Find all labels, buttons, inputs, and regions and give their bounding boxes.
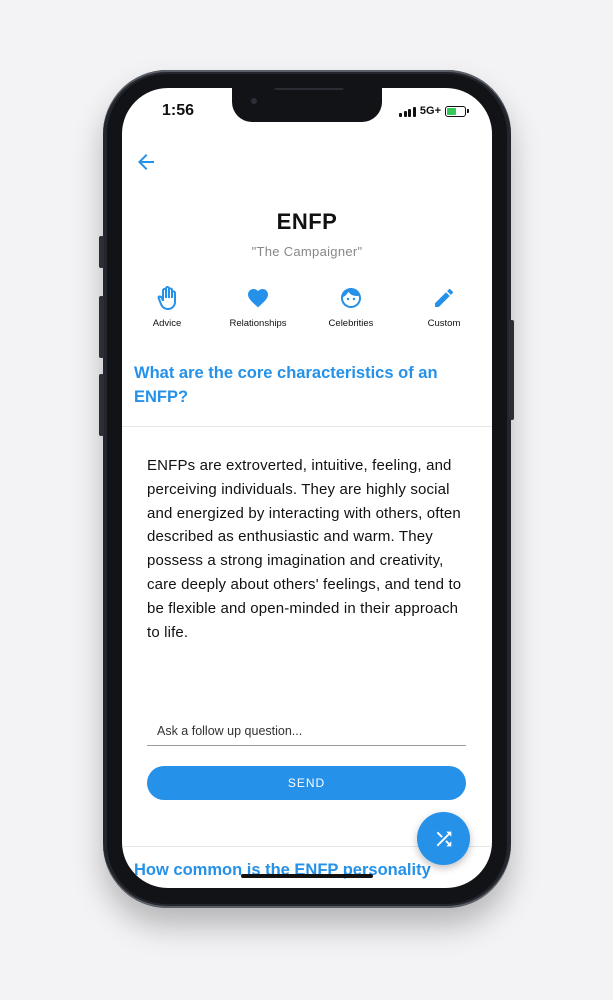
custom-button[interactable]: Custom — [404, 286, 484, 329]
celebrities-label: Celebrities — [328, 318, 374, 329]
shuffle-icon — [436, 831, 451, 846]
custom-label: Custom — [427, 318, 461, 329]
hand-icon — [157, 286, 176, 310]
back-button[interactable] — [134, 150, 158, 174]
question-divider — [122, 426, 492, 427]
pencil-icon — [435, 288, 454, 307]
phone-power-button — [509, 320, 514, 420]
signal-icon — [399, 106, 416, 117]
home-indicator[interactable] — [241, 874, 373, 878]
earpiece-speaker — [274, 88, 344, 90]
face-icon — [341, 288, 361, 308]
status-time: 1:56 — [162, 102, 195, 119]
advice-label: Advice — [152, 318, 182, 329]
phone-volume-down-button — [99, 374, 104, 436]
arrow-left-icon — [138, 154, 154, 170]
page-subtitle: "The Campaigner" — [251, 244, 363, 259]
notch — [232, 88, 382, 122]
answer-text: ENFPs are extroverted, intuitive, feelin… — [147, 457, 462, 641]
network-label: 5G+ — [419, 105, 441, 117]
front-camera — [251, 98, 257, 104]
action-bar: Advice Relationships Celebrities Custom — [122, 286, 492, 334]
page-title: ENFP — [276, 209, 338, 234]
celebrities-button[interactable]: Celebrities — [311, 286, 391, 329]
status-indicators: 5G+ — [399, 105, 469, 117]
relationships-label: Relationships — [229, 318, 287, 329]
phone-side-button — [99, 236, 104, 268]
battery-icon — [445, 105, 469, 117]
phone-volume-up-button — [99, 296, 104, 358]
advice-button[interactable]: Advice — [127, 286, 207, 329]
relationships-button[interactable]: Relationships — [218, 286, 298, 329]
heart-icon — [248, 289, 268, 308]
shuffle-button[interactable] — [417, 812, 470, 865]
app-screen: 1:56 5G+ ENFP "The Campaigner" Advice Re… — [122, 88, 492, 888]
question-heading[interactable]: What are the core characteristics of an … — [134, 361, 479, 409]
followup-input[interactable] — [147, 716, 466, 746]
send-button[interactable]: SEND — [147, 766, 466, 800]
